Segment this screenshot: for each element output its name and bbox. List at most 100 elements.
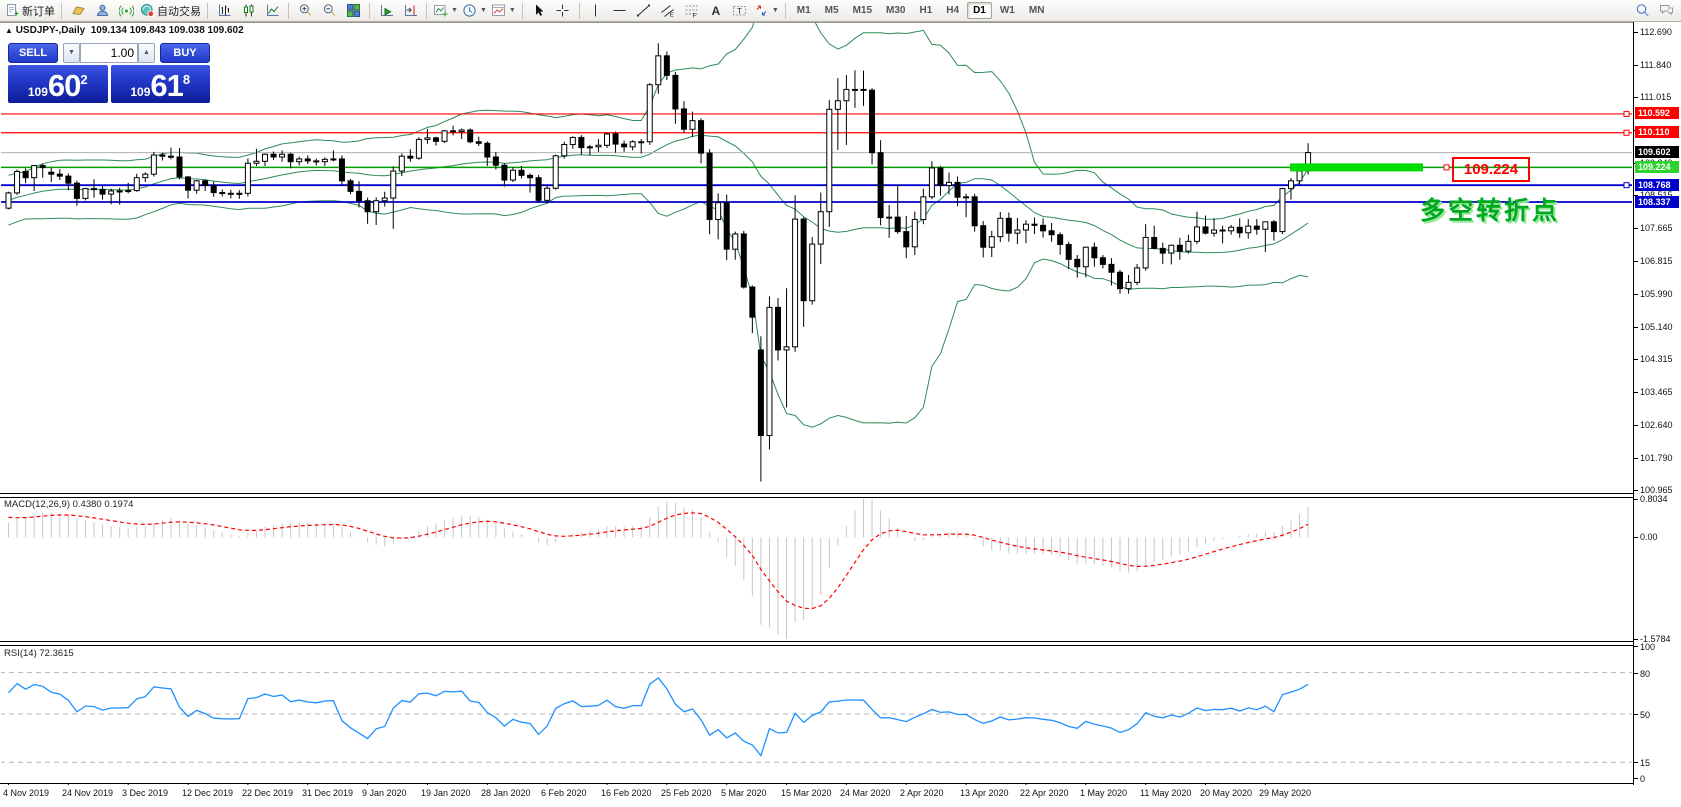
price-tick-mark: [1634, 392, 1638, 393]
trendline-button[interactable]: [632, 1, 656, 21]
vertical-line-icon: [588, 3, 603, 18]
line-chart-button[interactable]: [260, 1, 284, 21]
rsi-tick-label: 0: [1640, 774, 1645, 784]
price-tick-label: 105.140: [1640, 322, 1673, 332]
buy-button[interactable]: BUY: [160, 43, 210, 63]
ask-price-panel[interactable]: 109618: [111, 65, 211, 103]
price-level-label: 110.592: [1635, 107, 1679, 119]
timeframe-D1[interactable]: D1: [967, 2, 992, 19]
text-button[interactable]: A: [704, 1, 728, 21]
timeframe-MN[interactable]: MN: [1023, 2, 1051, 19]
periods-button[interactable]: ▼: [460, 1, 489, 21]
price-tick-mark: [1634, 490, 1638, 491]
timeframe-W1[interactable]: W1: [994, 2, 1021, 19]
price-tick-label: 106.815: [1640, 256, 1673, 266]
price-tick-mark: [1634, 425, 1638, 426]
horizontal-line-button[interactable]: [608, 1, 632, 21]
date-label: 9 Jan 2020: [362, 788, 407, 798]
bid-price-panel[interactable]: 109602: [8, 65, 108, 103]
volume-input[interactable]: [80, 43, 138, 63]
indicators-icon: [433, 3, 448, 18]
toolbar-separator: [522, 3, 523, 19]
pivot-price-textbox[interactable]: 109.224: [1452, 157, 1530, 182]
price-tick-label: 105.990: [1640, 289, 1673, 299]
timeframe-M5[interactable]: M5: [819, 2, 845, 19]
price-tick-mark: [1634, 458, 1638, 459]
price-tick-label: 101.790: [1640, 453, 1673, 463]
date-label: 24 Nov 2019: [62, 788, 113, 798]
price-tick-label: 111.840: [1640, 60, 1671, 70]
timeframe-M15[interactable]: M15: [847, 2, 878, 19]
market-watch-button[interactable]: [66, 1, 90, 21]
sell-button[interactable]: SELL: [8, 43, 58, 63]
timeframe-M1[interactable]: M1: [791, 2, 817, 19]
templates-icon: [491, 3, 506, 18]
date-label: 3 Dec 2019: [122, 788, 168, 798]
toolbar-right-group: [1630, 1, 1678, 21]
crosshair-button[interactable]: [551, 1, 575, 21]
macd-tick-mark: [1634, 499, 1638, 500]
tile-windows-button[interactable]: [341, 1, 365, 21]
rsi-tick-mark: [1634, 778, 1638, 779]
signal-button[interactable]: [114, 1, 138, 21]
pivot-annotation-text[interactable]: 多空转折点: [1420, 191, 1560, 227]
new-order-label: 新订单: [22, 3, 55, 19]
chart-canvas[interactable]: [0, 0, 1681, 807]
price-tick-label: 103.465: [1640, 387, 1673, 397]
date-label: 29 May 2020: [1259, 788, 1311, 798]
timeframe-H1[interactable]: H1: [913, 2, 938, 19]
channel-button[interactable]: E: [656, 1, 680, 21]
channel-icon: E: [660, 3, 675, 18]
fibonacci-button[interactable]: F: [680, 1, 704, 21]
price-tick-mark: [1634, 359, 1638, 360]
price-level-label: 110.110: [1635, 126, 1679, 138]
zoom-in-icon: [298, 3, 313, 18]
pane-separator-main-macd[interactable]: [0, 493, 1681, 498]
date-label: 25 Feb 2020: [661, 788, 712, 798]
bar-chart-icon: [217, 3, 232, 18]
new-order-button[interactable]: 新订单: [3, 1, 57, 21]
pane-separator-macd-rsi[interactable]: [0, 641, 1681, 646]
indicators-button[interactable]: ▼: [431, 1, 460, 21]
zoom-in-button[interactable]: [293, 1, 317, 21]
timeframe-M30[interactable]: M30: [880, 2, 911, 19]
cursor-icon: [531, 3, 546, 18]
volume-decrease-button[interactable]: ▼: [63, 43, 80, 63]
cursor-button[interactable]: [527, 1, 551, 21]
candlestick-button[interactable]: [236, 1, 260, 21]
chat-button[interactable]: [1654, 1, 1678, 21]
bar-chart-button[interactable]: [212, 1, 236, 21]
rsi-tick-mark: [1634, 762, 1638, 763]
bid-prefix: 109: [28, 82, 48, 102]
one-click-trading-panel: SELL ▼ ▲ BUY 109602 109618: [8, 43, 210, 103]
chevron-down-icon: ▼: [451, 7, 458, 14]
volume-increase-button[interactable]: ▲: [138, 43, 155, 63]
zoom-out-button[interactable]: [317, 1, 341, 21]
price-tick-mark: [1634, 261, 1638, 262]
new-order-icon: [5, 3, 20, 18]
rsi-tick-label: 80: [1640, 669, 1650, 679]
label-button[interactable]: T: [728, 1, 752, 21]
price-tick-mark: [1634, 32, 1638, 33]
price-level-label: 109.602: [1635, 146, 1679, 158]
vertical-line-button[interactable]: [584, 1, 608, 21]
time-axis-border: [0, 783, 1681, 784]
rsi-tick-mark: [1634, 714, 1638, 715]
timeframe-H4[interactable]: H4: [940, 2, 965, 19]
date-label: 31 Dec 2019: [302, 788, 353, 798]
profile-button[interactable]: [90, 1, 114, 21]
templates-button[interactable]: ▼: [489, 1, 518, 21]
auto-scroll-button[interactable]: [374, 1, 398, 21]
search-button[interactable]: [1630, 1, 1654, 21]
price-axis[interactable]: 112.690111.840111.015110.190109.340108.5…: [1633, 22, 1681, 785]
price-level-label: 109.224: [1635, 161, 1679, 173]
autotrading-button[interactable]: 自动交易: [138, 1, 203, 21]
chart-shift-button[interactable]: [398, 1, 422, 21]
time-axis[interactable]: 4 Nov 201924 Nov 20193 Dec 201912 Dec 20…: [0, 785, 1633, 807]
arrows-button[interactable]: ▼: [752, 1, 781, 21]
toolbar-separator: [579, 3, 580, 19]
autotrading-label: 自动交易: [157, 3, 201, 19]
date-label: 6 Feb 2020: [541, 788, 587, 798]
date-label: 15 Mar 2020: [781, 788, 832, 798]
price-tick-mark: [1634, 97, 1638, 98]
